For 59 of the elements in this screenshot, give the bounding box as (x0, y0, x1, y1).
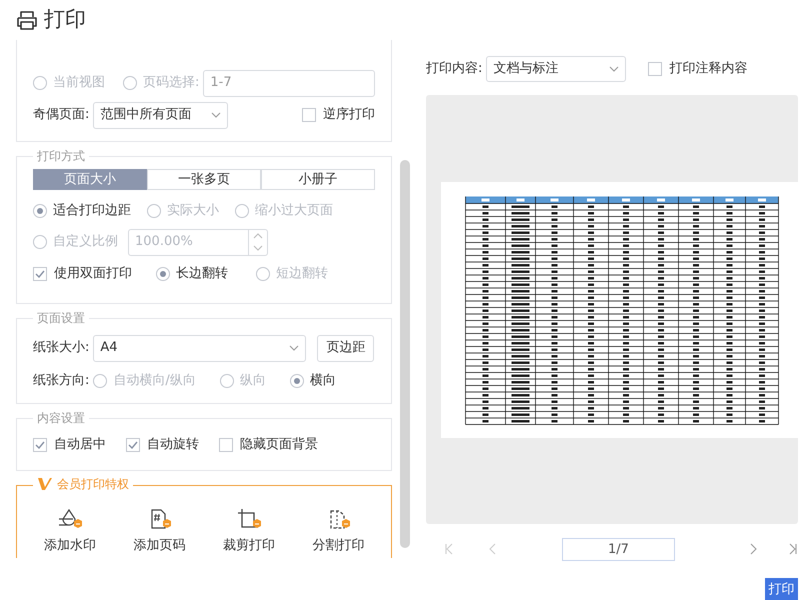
radio-label: 适合打印边距 (53, 202, 131, 220)
radio-label: 横向 (310, 372, 336, 390)
feature-button[interactable]: 裁剪打印 (222, 536, 275, 556)
watermark-icon (56, 508, 83, 530)
vip-icon (37, 477, 53, 491)
dialog-title: 打印 (44, 6, 86, 34)
group-legend: 打印方式 (33, 148, 89, 164)
group-legend: 内容设置 (33, 410, 89, 426)
tab[interactable]: 一张多页 (147, 169, 261, 190)
print-content-select[interactable]: 文档与标注 (486, 56, 626, 82)
checkbox[interactable] (33, 438, 47, 452)
paper-size-select[interactable]: A4 (93, 334, 306, 362)
feature-button[interactable]: 分割打印 (312, 536, 364, 556)
checkbox[interactable] (302, 108, 316, 122)
checkbox-label: 自动居中 (54, 436, 106, 454)
radio-button[interactable] (290, 374, 304, 388)
odd-even-select[interactable]: 范围中所有页面 (93, 102, 228, 128)
checkbox-label: 隐藏页面背景 (240, 436, 318, 454)
radio-label: 页码选择: (143, 74, 200, 92)
page-number-field[interactable]: 1/7 (562, 538, 675, 560)
group-legend: 页面设置 (33, 310, 89, 326)
vip-legend: 会员打印特权 (57, 476, 129, 492)
radio-label: 缩小过大页面 (255, 202, 333, 220)
first-page-icon (444, 543, 454, 555)
checkbox-label: 自动旋转 (147, 436, 199, 454)
checkbox-label: 逆序打印 (323, 106, 375, 124)
caret-icon (289, 345, 300, 351)
printer-icon (16, 10, 38, 30)
checkbox[interactable] (219, 438, 233, 452)
radio-label: 纵向 (240, 372, 266, 390)
print-button[interactable]: 打印 (765, 578, 798, 600)
next-page-icon (748, 543, 758, 555)
field-label: 纸张大小: (33, 339, 90, 358)
crop-icon (236, 508, 262, 530)
checkbox-label: 使用双面打印 (54, 265, 132, 284)
checkbox[interactable] (648, 62, 662, 76)
radio-label: 当前视图 (53, 74, 105, 92)
radio-button[interactable] (33, 204, 47, 218)
last-page-icon (788, 543, 798, 555)
radio-label: 短边翻转 (276, 265, 328, 284)
field-label: 纸张方向: (33, 372, 90, 390)
scrollbar-thumb[interactable] (400, 160, 410, 548)
radio-label: 长边翻转 (176, 265, 228, 284)
radio-label: 自定义比例 (53, 233, 118, 252)
radio-label: 自动横向/纵向 (113, 372, 196, 390)
checkbox[interactable] (126, 438, 140, 452)
field-label: 奇偶页面: (33, 106, 90, 124)
field-label: 打印内容: (426, 60, 482, 78)
checkbox-label: 打印注释内容 (669, 60, 748, 78)
checkbox[interactable] (33, 267, 47, 281)
feature-button[interactable]: 添加水印 (44, 536, 96, 556)
tab[interactable]: 小册子 (261, 169, 375, 190)
margins-button[interactable]: 页边距 (317, 334, 374, 362)
radio-button[interactable] (156, 267, 170, 281)
caret-icon (211, 112, 221, 118)
radio-label: 实际大小 (167, 202, 219, 220)
feature-button[interactable]: 添加页码 (133, 536, 186, 556)
caret-icon (609, 66, 620, 72)
previous-page-icon (488, 543, 498, 555)
